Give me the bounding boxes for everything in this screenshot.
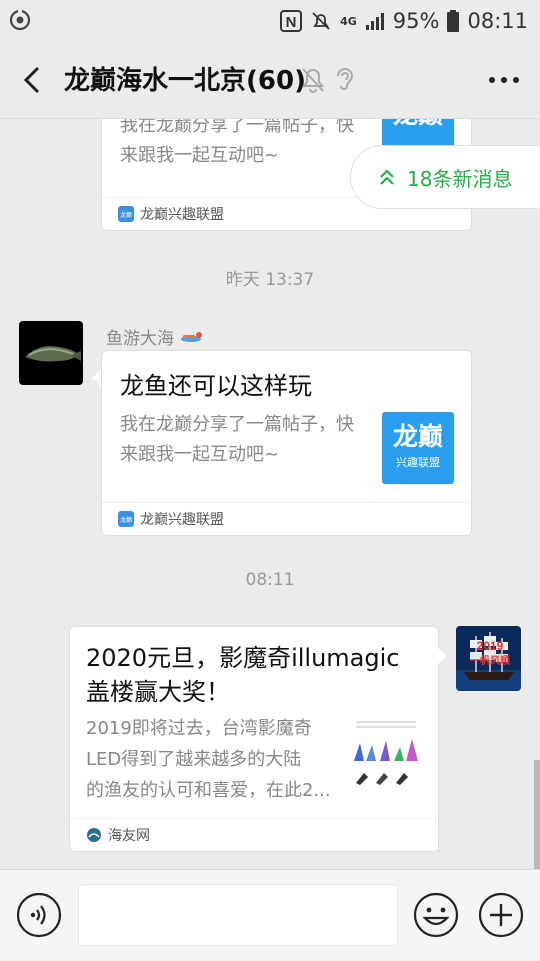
battery-percent: 95% [392,9,440,33]
input-bar [0,869,540,961]
chat-message-list[interactable]: 我在龙巅分享了一篇帖子，快 来跟我一起互动吧~ 龙巅 龙巅 龙巅兴趣联盟 昨天 … [0,119,540,869]
card-thumbnail: 龙巅 兴趣联盟 [382,412,454,484]
scrollbar[interactable] [534,760,540,870]
svg-text:2019: 2019 [477,639,504,653]
card-title: 龙鱼还可以这样玩 [120,372,312,400]
swimmer-emoji-icon [181,332,203,342]
new-messages-indicator[interactable]: 18条新消息 [350,145,540,209]
sender-name: 鱼游大海 [106,324,205,349]
network-type: 4G [340,14,357,28]
double-chevron-up-icon [380,169,394,185]
svg-text:N: N [286,14,297,31]
bubble-tail [437,647,447,665]
clock: 08:11 [467,9,528,33]
card-description: 来跟我一起互动吧~ [120,444,280,465]
card-source: 龙巅 龙巅兴趣联盟 [102,502,471,535]
card-description: 我在龙巅分享了一篇帖子，快 [120,414,354,435]
sailing-ship-image: 2019 一帆风顺 [456,626,521,691]
back-button[interactable] [16,62,52,98]
card-description: 来跟我一起互动吧~ [120,145,280,166]
chat-title: 龙巅海水一北京(60) [64,66,306,96]
card-description: 我在龙巅分享了一篇帖子，快 [120,119,354,136]
earpiece-icon [337,68,354,90]
arowana-fish-image [19,321,83,385]
voice-input-button[interactable] [16,892,62,938]
led-spectrum-thumbnail [350,717,422,789]
new-messages-label: 18条新消息 [407,166,513,191]
shared-link-card[interactable]: 2020元旦，影魔奇illumagic 盖楼赢大奖！ 2019即将过去，台湾影魔… [69,626,439,852]
card-title: 盖楼赢大奖！ [86,678,230,706]
haiyou-logo-icon [87,828,101,842]
shared-link-card[interactable]: 龙鱼还可以这样玩 我在龙巅分享了一篇帖子，快 来跟我一起互动吧~ 龙巅 兴趣联盟… [101,350,472,536]
nfc-icon: N [280,10,303,32]
timestamp: 昨天 13:37 [225,270,315,290]
more-functions-button[interactable] [478,892,524,938]
sender-avatar[interactable] [19,321,83,385]
signal-icon [365,13,384,30]
timestamp: 08:11 [245,570,295,590]
longdian-logo-icon: 龙巅 [118,511,134,527]
longdian-logo-icon: 龙巅 [118,206,134,222]
card-description: LED得到了越来越多的大陆 [86,749,302,770]
card-description: 的渔友的认可和喜爱，在此2... [86,780,331,801]
mute-status-icon [312,12,330,30]
sync-icon [9,9,31,31]
more-options-button[interactable] [486,66,522,94]
my-avatar[interactable]: 2019 一帆风顺 [456,626,521,691]
card-description: 2019即将过去，台湾影魔奇 [86,718,312,739]
card-title: 2020元旦，影魔奇illumagic [86,644,400,672]
card-source: 海友网 [70,818,438,851]
svg-text:一帆风顺: 一帆风顺 [470,654,510,667]
emoji-button[interactable] [413,892,459,938]
title-bar: 龙巅海水一北京(60) [0,42,540,119]
mute-bell-icon [302,68,324,93]
status-bar: N 4G 95% 08:11 [0,0,540,42]
message-input[interactable] [78,884,398,946]
battery-icon [447,10,460,32]
